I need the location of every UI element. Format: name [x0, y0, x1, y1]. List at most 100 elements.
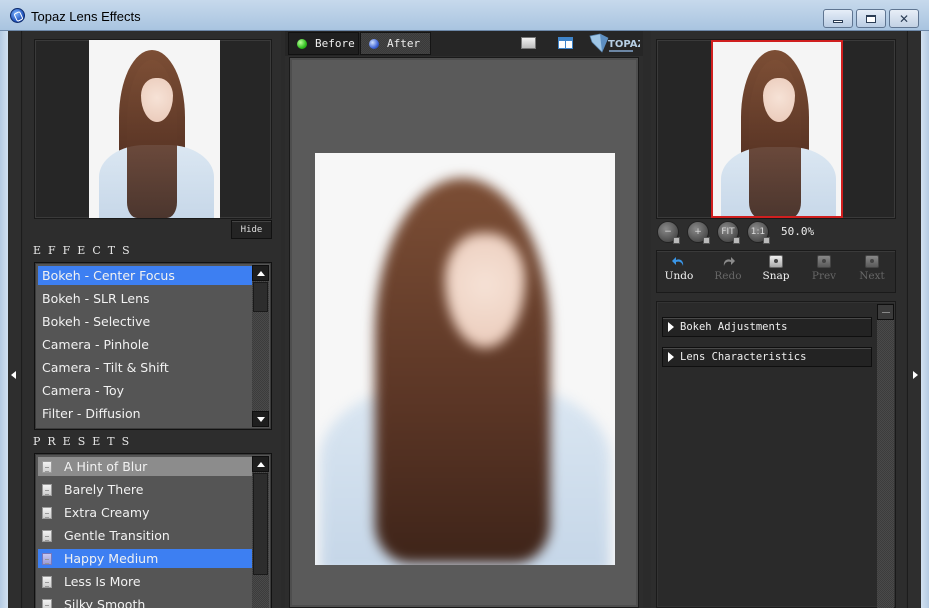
close-button[interactable]: ✕: [889, 9, 919, 28]
section-label: Bokeh Adjustments: [680, 321, 788, 333]
original-thumbnail: [89, 40, 220, 218]
next-button[interactable]: Next: [852, 255, 892, 282]
effect-item[interactable]: Camera - Toy: [38, 381, 252, 400]
topaz-logo: TOPAZ: [589, 33, 640, 53]
image-canvas[interactable]: [289, 57, 639, 608]
arrow-up-icon: [256, 270, 265, 276]
preset-file-icon: [42, 553, 52, 565]
zoom-in-button[interactable]: +: [687, 221, 710, 244]
title-bar: Topaz Lens Effects ✕: [0, 0, 929, 31]
expand-icon: [668, 352, 674, 362]
preset-item[interactable]: Extra Creamy: [38, 503, 252, 522]
preset-label: Gentle Transition: [64, 528, 170, 543]
effect-item[interactable]: Camera - Pinhole: [38, 335, 252, 354]
adjustments-panel: Bokeh Adjustments Lens Characteristics: [656, 301, 896, 608]
tab-label: After: [387, 37, 421, 50]
hide-button[interactable]: Hide: [231, 220, 272, 239]
section-bokeh-adjustments[interactable]: Bokeh Adjustments: [662, 317, 872, 337]
prev-label: Prev: [811, 270, 837, 282]
preset-label: Barely There: [64, 482, 144, 497]
zoom-level: 50.0%: [781, 225, 815, 238]
effect-item[interactable]: Bokeh - SLR Lens: [38, 289, 252, 308]
preview-area: Before After TOPAZ: [285, 31, 643, 608]
maximize-button[interactable]: [856, 9, 886, 28]
redo-button[interactable]: Redo: [708, 255, 748, 282]
preset-item[interactable]: Happy Medium: [38, 549, 252, 568]
scroll-up-button[interactable]: [252, 456, 269, 472]
redo-icon: [723, 257, 735, 266]
arrow-up-icon: [256, 461, 265, 467]
prev-button[interactable]: Prev: [804, 255, 844, 282]
left-panel: Hide EFFECTS Bokeh - Center Focus Bokeh …: [23, 31, 281, 608]
green-dot-icon: [297, 38, 307, 49]
split-view-icon[interactable]: [558, 37, 573, 49]
camera-icon: [769, 255, 783, 268]
preset-file-icon: [42, 507, 52, 519]
presets-scrollbar[interactable]: [252, 456, 269, 608]
preset-item[interactable]: Gentle Transition: [38, 526, 252, 545]
effect-item[interactable]: Bokeh - Selective: [38, 312, 252, 331]
actual-size-label: 1:1: [750, 227, 766, 237]
effects-list[interactable]: Bokeh - Center Focus Bokeh - SLR Lens Bo…: [34, 262, 272, 430]
next-label: Next: [859, 270, 885, 282]
preset-label: A Hint of Blur: [64, 459, 148, 474]
navigator-thumbnail[interactable]: [711, 40, 843, 218]
photo-hair: [375, 178, 550, 563]
scroll-up-button[interactable]: [877, 304, 894, 320]
topaz-logo-text: TOPAZ: [608, 39, 640, 50]
tab-before[interactable]: Before: [288, 32, 359, 55]
undo-label: Undo: [664, 270, 694, 282]
preset-file-icon: [42, 530, 52, 542]
preset-file-icon: [42, 576, 52, 588]
right-panel: − + FIT 1:1 50.0% Undo Redo Snap Prev Ne…: [651, 31, 906, 608]
maximize-icon: [866, 14, 876, 23]
main-photo: [315, 153, 615, 565]
preset-item[interactable]: Barely There: [38, 480, 252, 499]
effect-item[interactable]: Camera - Tilt & Shift: [38, 358, 252, 377]
prev-snapshot-icon: [817, 255, 831, 268]
snap-button[interactable]: Snap: [756, 255, 796, 282]
arrow-right-icon: [913, 371, 918, 379]
tab-label: Before: [315, 37, 355, 50]
presets-list[interactable]: A Hint of Blur Barely There Extra Creamy…: [34, 453, 272, 608]
scroll-thumb[interactable]: [253, 282, 268, 312]
blurred-photo: [315, 153, 615, 565]
single-view-icon[interactable]: [521, 37, 536, 49]
original-preview: [34, 39, 272, 219]
undo-button[interactable]: Undo: [659, 255, 699, 282]
preset-label: Silky Smooth: [64, 597, 146, 608]
preset-item[interactable]: Less Is More: [38, 572, 252, 591]
collapse-left-panel[interactable]: [8, 31, 22, 608]
fit-label: FIT: [721, 227, 735, 237]
scroll-thumb[interactable]: [253, 473, 268, 575]
minimize-icon: [833, 20, 843, 23]
collapse-right-panel[interactable]: [907, 31, 921, 608]
undo-icon: [672, 257, 684, 266]
zoom-out-button[interactable]: −: [657, 221, 680, 244]
adjustments-scrollbar[interactable]: [877, 304, 894, 608]
history-toolbar: Undo Redo Snap Prev Next: [656, 250, 896, 293]
preset-item[interactable]: Silky Smooth: [38, 595, 252, 608]
effect-item[interactable]: Bokeh - Center Focus: [38, 266, 252, 285]
minus-icon: −: [664, 227, 672, 237]
effect-item[interactable]: Filter - Diffusion: [38, 404, 252, 423]
preset-file-icon: [42, 484, 52, 496]
zoom-fit-button[interactable]: FIT: [717, 221, 740, 244]
window-title: Topaz Lens Effects: [31, 9, 141, 24]
effects-scrollbar[interactable]: [252, 265, 269, 427]
scroll-up-icon: [881, 311, 890, 313]
scroll-down-button[interactable]: [252, 411, 269, 427]
preset-label: Extra Creamy: [64, 505, 150, 520]
section-lens-characteristics[interactable]: Lens Characteristics: [662, 347, 872, 367]
preset-label: Happy Medium: [64, 551, 159, 566]
preset-file-icon: [42, 599, 52, 608]
window-frame-right: [921, 31, 929, 608]
minimize-button[interactable]: [823, 9, 853, 28]
navigator-preview[interactable]: [656, 39, 896, 219]
preset-item[interactable]: A Hint of Blur: [38, 457, 252, 476]
blue-dot-icon: [369, 38, 379, 49]
snap-label: Snap: [762, 270, 790, 282]
zoom-actual-button[interactable]: 1:1: [747, 221, 770, 244]
scroll-up-button[interactable]: [252, 265, 269, 281]
tab-after[interactable]: After: [360, 32, 431, 55]
